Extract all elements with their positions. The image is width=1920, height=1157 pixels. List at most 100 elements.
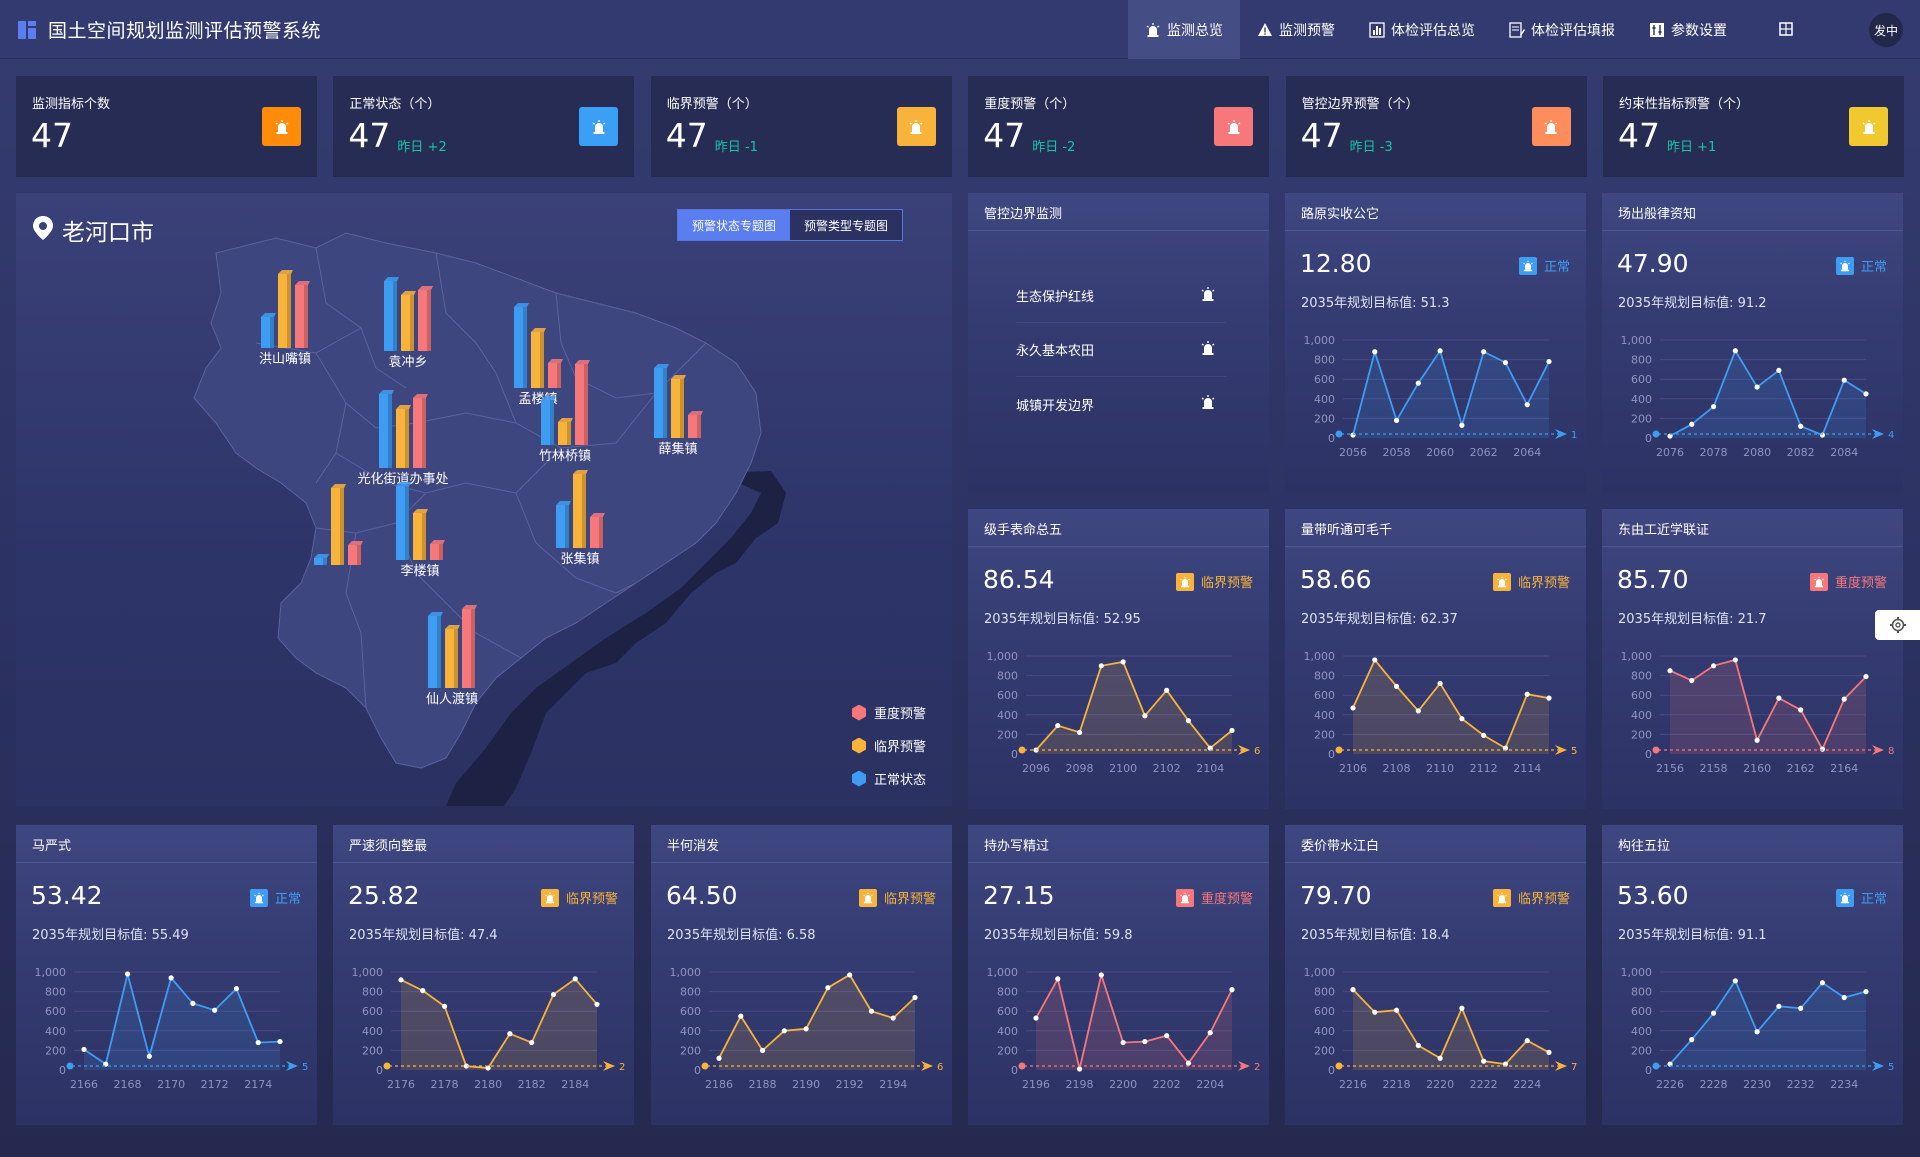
y-tick-label: 800 [1631, 670, 1652, 683]
nav-tab-label: 体检评估填报 [1531, 22, 1615, 39]
stat-card[interactable]: 监测指标个数 47 [16, 76, 317, 177]
fullscreen-icon[interactable] [1775, 18, 1797, 40]
y-tick-label: 600 [1631, 373, 1652, 386]
indicator-card[interactable]: 东由工近学联证 85.70 重度预警 2035年规划目标值: 21.7 0 200 4… [1602, 509, 1903, 809]
trend-point [81, 1046, 87, 1053]
indicator-card[interactable]: 委价带水江白 79.70 临界预警 2035年规划目标值: 18.4 0 200 40… [1285, 825, 1586, 1125]
stat-label: 重度预警（个） [984, 97, 1076, 112]
x-tick-label: 2100 [1109, 762, 1137, 775]
boundary-label: 永久基本农田 [1016, 344, 1095, 359]
indicator-card[interactable]: 场出般律资知 47.90 正常 2035年规划目标值: 91.2 0 200 400 6… [1602, 193, 1903, 493]
trend-point [441, 1003, 448, 1009]
boundary-item[interactable]: 城镇开发边界 [1016, 377, 1226, 431]
indicator-card[interactable]: 量带听通可毛千 58.66 临界预警 2035年规划目标值: 62.37 0 200… [1285, 509, 1586, 809]
nav-tab-3[interactable]: 体检评估填报 [1492, 0, 1632, 59]
y-tick-label: 400 [680, 1025, 701, 1038]
legend-swatch [852, 737, 866, 754]
card-value: 53.60 [1617, 881, 1689, 910]
indicator-card[interactable]: 严速须向整最 25.82 临界预警 2035年规划目标值: 47.4 0 200 40… [333, 825, 634, 1125]
indicator-card[interactable]: 构往五拉 53.60 正常 2035年规划目标值: 91.1 0 200 400 600… [1602, 825, 1903, 1125]
stat-card[interactable]: 管控边界预警（个） 47 昨日 -3 [1285, 76, 1587, 177]
y-tick-label: 200 [1631, 728, 1652, 741]
x-tick-label: 2158 [1700, 762, 1728, 775]
y-tick-label: 400 [997, 709, 1018, 722]
location-pin-icon [33, 216, 53, 240]
trend-point [1798, 707, 1804, 713]
x-tick-label: 2218 [1383, 1078, 1411, 1091]
toggle-warning-status[interactable]: 预警状态专题图 [678, 210, 791, 240]
y-tick-label: 800 [1631, 986, 1652, 999]
card-target: 2035年规划目标值: 47.4 [349, 928, 498, 943]
nav-tab-2[interactable]: 体检评估总览 [1352, 0, 1492, 59]
stat-card[interactable]: 临界预警（个） 47 昨日 -1 [650, 76, 952, 177]
trend-point [1798, 423, 1804, 429]
trend-point [1754, 1029, 1760, 1035]
region-map[interactable]: 洪山嘴镇 袁冲乡孟楼镇薛集镇光化街道办事处竹林桥镇李楼镇张集镇仙人渡镇 [16, 193, 952, 806]
x-tick-label: 2200 [1109, 1078, 1137, 1091]
nav-tab-0[interactable]: 监测总览 [1128, 0, 1240, 59]
stat-card[interactable]: 正常状态（个） 47 昨日 +2 [333, 76, 635, 177]
alarm-icon [540, 888, 559, 907]
trend-point [398, 977, 404, 983]
stat-label: 管控边界预警（个） [1301, 97, 1419, 112]
card-title: 严速须向整最 [349, 839, 428, 854]
y-tick-label: 600 [997, 689, 1018, 702]
stat-card[interactable]: 约束性指标预警（个） 47 昨日 +1 [1603, 76, 1904, 177]
settings-gear-button[interactable] [1875, 610, 1920, 640]
stat-label: 监测指标个数 [32, 97, 111, 112]
stat-label: 约束性指标预警（个） [1619, 97, 1750, 112]
trend-point [1098, 663, 1104, 669]
x-tick-label: 2190 [792, 1078, 820, 1091]
trend-point [1164, 687, 1170, 693]
y-tick-label: 200 [1314, 1044, 1335, 1057]
user-avatar[interactable]: 发中 [1869, 13, 1903, 47]
nav-tab-1[interactable]: 监测预警 [1240, 0, 1352, 59]
x-tick-label: 2058 [1383, 446, 1411, 459]
x-tick-label: 2176 [387, 1078, 415, 1091]
toggle-warning-type[interactable]: 预警类型专题图 [790, 210, 903, 240]
trend-chart: 0 200 400 600 800 1,000 5 2226 2228 2230 2232 2234 [1621, 966, 1895, 1091]
trend-point [1524, 402, 1530, 408]
card-value: 53.42 [31, 881, 103, 910]
trend-point [1120, 659, 1126, 665]
map-view-toggle: 预警状态专题图 预警类型专题图 [677, 209, 904, 241]
y-tick-label: 800 [1314, 670, 1335, 683]
y-tick-label: 400 [1631, 393, 1652, 406]
x-tick-label: 2228 [1700, 1078, 1728, 1091]
x-tick-label: 2168 [114, 1078, 142, 1091]
card-title: 路原实收公它 [1301, 207, 1380, 222]
x-tick-label: 2110 [1426, 762, 1454, 775]
trend-point [1754, 737, 1760, 743]
trend-point [1437, 1055, 1443, 1061]
trend-point [1732, 657, 1738, 663]
x-tick-label: 2084 [1830, 446, 1858, 459]
arrow-icon [1238, 1061, 1250, 1071]
indicator-card[interactable]: 半何消发 64.50 临界预警 2035年规划目标值: 6.58 0 200 400 6… [651, 825, 952, 1125]
trend-point [1689, 421, 1695, 427]
card-status: 临界预警 [858, 888, 936, 907]
x-tick-label: 2188 [749, 1078, 777, 1091]
indicator-card[interactable]: 级手表命总五 86.54 临界预警 2035年规划目标值: 52.95 0 200 4… [968, 509, 1269, 809]
stat-card[interactable]: 重度预警（个） 47 昨日 -2 [968, 76, 1270, 177]
arrow-icon [1238, 745, 1250, 755]
x-tick-label: 2182 [518, 1078, 546, 1091]
nav-tab-4[interactable]: 参数设置 [1632, 0, 1744, 59]
arrow-icon [1872, 745, 1884, 755]
indicator-card[interactable]: 路原实收公它 12.80 正常 2035年规划目标值: 51.3 0 200 400 6… [1285, 193, 1586, 493]
boundary-item[interactable]: 永久基本农田 [1016, 323, 1226, 377]
y-tick-label: 800 [1631, 354, 1652, 367]
trend-point [1415, 708, 1421, 714]
town-label: 竹林桥镇 [539, 449, 591, 464]
y-tick-label: 1,000 [1621, 650, 1653, 663]
trend-chart: 0 200 400 600 800 1,000 4 2076 2078 2080 2082 2084 [1621, 334, 1895, 459]
arrow-icon [1555, 745, 1567, 755]
indicator-card[interactable]: 马严式 53.42 正常 2035年规划目标值: 55.49 0 200 400 600… [16, 825, 317, 1125]
indicator-card[interactable]: 持办写精过 27.15 重度预警 2035年规划目标值: 59.8 0 200 400… [968, 825, 1269, 1125]
arrow-icon [603, 1061, 615, 1071]
trend-point [1524, 691, 1530, 697]
boundary-item[interactable]: 生态保护红线 [1016, 269, 1226, 323]
y-tick-label: 800 [997, 670, 1018, 683]
y-tick-label: 400 [45, 1025, 66, 1038]
trend-point [1437, 348, 1443, 354]
trend-point [1459, 716, 1465, 722]
